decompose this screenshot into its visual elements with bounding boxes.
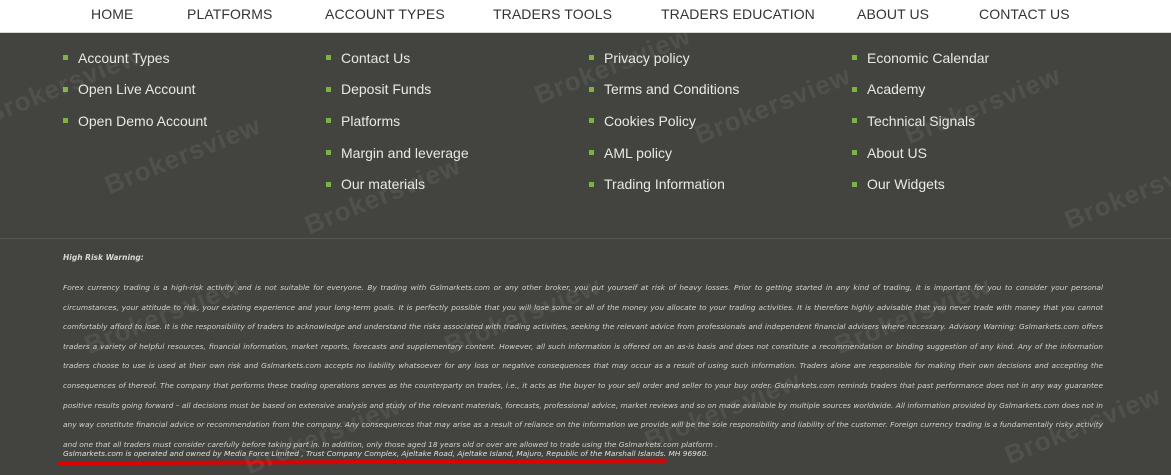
footer-link-aml-policy[interactable]: AML policy [589,137,739,169]
bullet-icon [852,86,857,92]
red-underline-annotation [57,458,668,466]
footer-link-label: Account Types [78,49,170,66]
bullet-icon [589,55,594,61]
bullet-icon [852,150,857,156]
bullet-icon [589,118,594,124]
footer-link-our-widgets[interactable]: Our Widgets [852,168,989,200]
bullet-icon [852,55,857,61]
footer-link-academy[interactable]: Academy [852,74,989,106]
nav-about-us[interactable]: ABOUT US [857,6,929,22]
risk-warning-text: Forex currency trading is a high-risk ac… [63,283,1103,449]
footer-link-label: Our Widgets [867,176,945,193]
footer-link-deposit-funds[interactable]: Deposit Funds [326,74,469,106]
bullet-icon [589,150,594,156]
footer-divider [0,238,1171,239]
bullet-icon [63,118,68,124]
footer-link-our-materials[interactable]: Our materials [326,168,469,200]
bullet-icon [589,181,594,187]
footer-link-label: Technical Signals [867,112,976,129]
bullet-icon [852,118,857,124]
footer-link-label: Open Live Account [78,81,196,98]
nav-platforms[interactable]: PLATFORMS [187,6,272,22]
footer-link-label: Margin and leverage [341,144,469,161]
footer-link-label: Terms and Conditions [604,81,740,98]
bullet-icon [589,86,594,92]
footer-link-label: Privacy policy [604,49,690,66]
footer-link-label: Platforms [341,112,401,129]
footer-column-support: Contact Us Deposit Funds Platforms Margi… [326,42,469,200]
footer-link-label: About US [867,144,927,161]
bullet-icon [63,55,68,61]
footer-links: Account Types Open Live Account Open Dem… [0,33,1171,238]
footer-link-trading-information[interactable]: Trading Information [589,168,739,200]
footer-column-tools: Economic Calendar Academy Technical Sign… [852,42,989,200]
risk-warning: High Risk Warning: Forex currency tradin… [63,253,1103,454]
footer-column-legal: Privacy policy Terms and Conditions Cook… [589,42,739,200]
bullet-icon [326,86,331,92]
footer-link-label: Open Demo Account [78,112,208,129]
footer-link-economic-calendar[interactable]: Economic Calendar [852,42,989,74]
footer-link-label: Academy [867,81,926,98]
top-navigation: HOME PLATFORMS ACCOUNT TYPES TRADERS TOO… [0,0,1171,33]
bullet-icon [326,150,331,156]
bullet-icon [326,181,331,187]
nav-home[interactable]: HOME [91,6,133,22]
footer-link-open-demo-account[interactable]: Open Demo Account [63,105,207,137]
bullet-icon [326,55,331,61]
footer-link-label: Cookies Policy [604,112,696,129]
ownership-statement: Gslmarkets.com is operated and owned by … [63,449,709,458]
risk-warning-title: High Risk Warning: [63,253,144,262]
footer-link-contact-us[interactable]: Contact Us [326,42,469,74]
footer-link-terms-and-conditions[interactable]: Terms and Conditions [589,74,739,106]
nav-traders-tools[interactable]: TRADERS TOOLS [493,6,612,22]
footer-link-platforms[interactable]: Platforms [326,105,469,137]
footer-link-technical-signals[interactable]: Technical Signals [852,105,989,137]
footer-link-label: AML policy [604,144,672,161]
nav-account-types[interactable]: ACCOUNT TYPES [325,6,445,22]
footer-link-label: Our materials [341,176,426,193]
footer-link-cookies-policy[interactable]: Cookies Policy [589,105,739,137]
footer-link-open-live-account[interactable]: Open Live Account [63,74,207,106]
bullet-icon [63,86,68,92]
footer-link-privacy-policy[interactable]: Privacy policy [589,42,739,74]
footer-column-accounts: Account Types Open Live Account Open Dem… [63,42,207,137]
footer-link-label: Economic Calendar [867,49,990,66]
footer-link-label: Deposit Funds [341,81,432,98]
footer-link-label: Contact Us [341,49,411,66]
nav-traders-education[interactable]: TRADERS EDUCATION [661,6,815,22]
footer-link-account-types[interactable]: Account Types [63,42,207,74]
bullet-icon [326,118,331,124]
bullet-icon [852,181,857,187]
footer-link-about-us[interactable]: About US [852,137,989,169]
footer-link-margin-and-leverage[interactable]: Margin and leverage [326,137,469,169]
footer-link-label: Trading Information [604,176,725,193]
nav-contact-us[interactable]: CONTACT US [979,6,1070,22]
